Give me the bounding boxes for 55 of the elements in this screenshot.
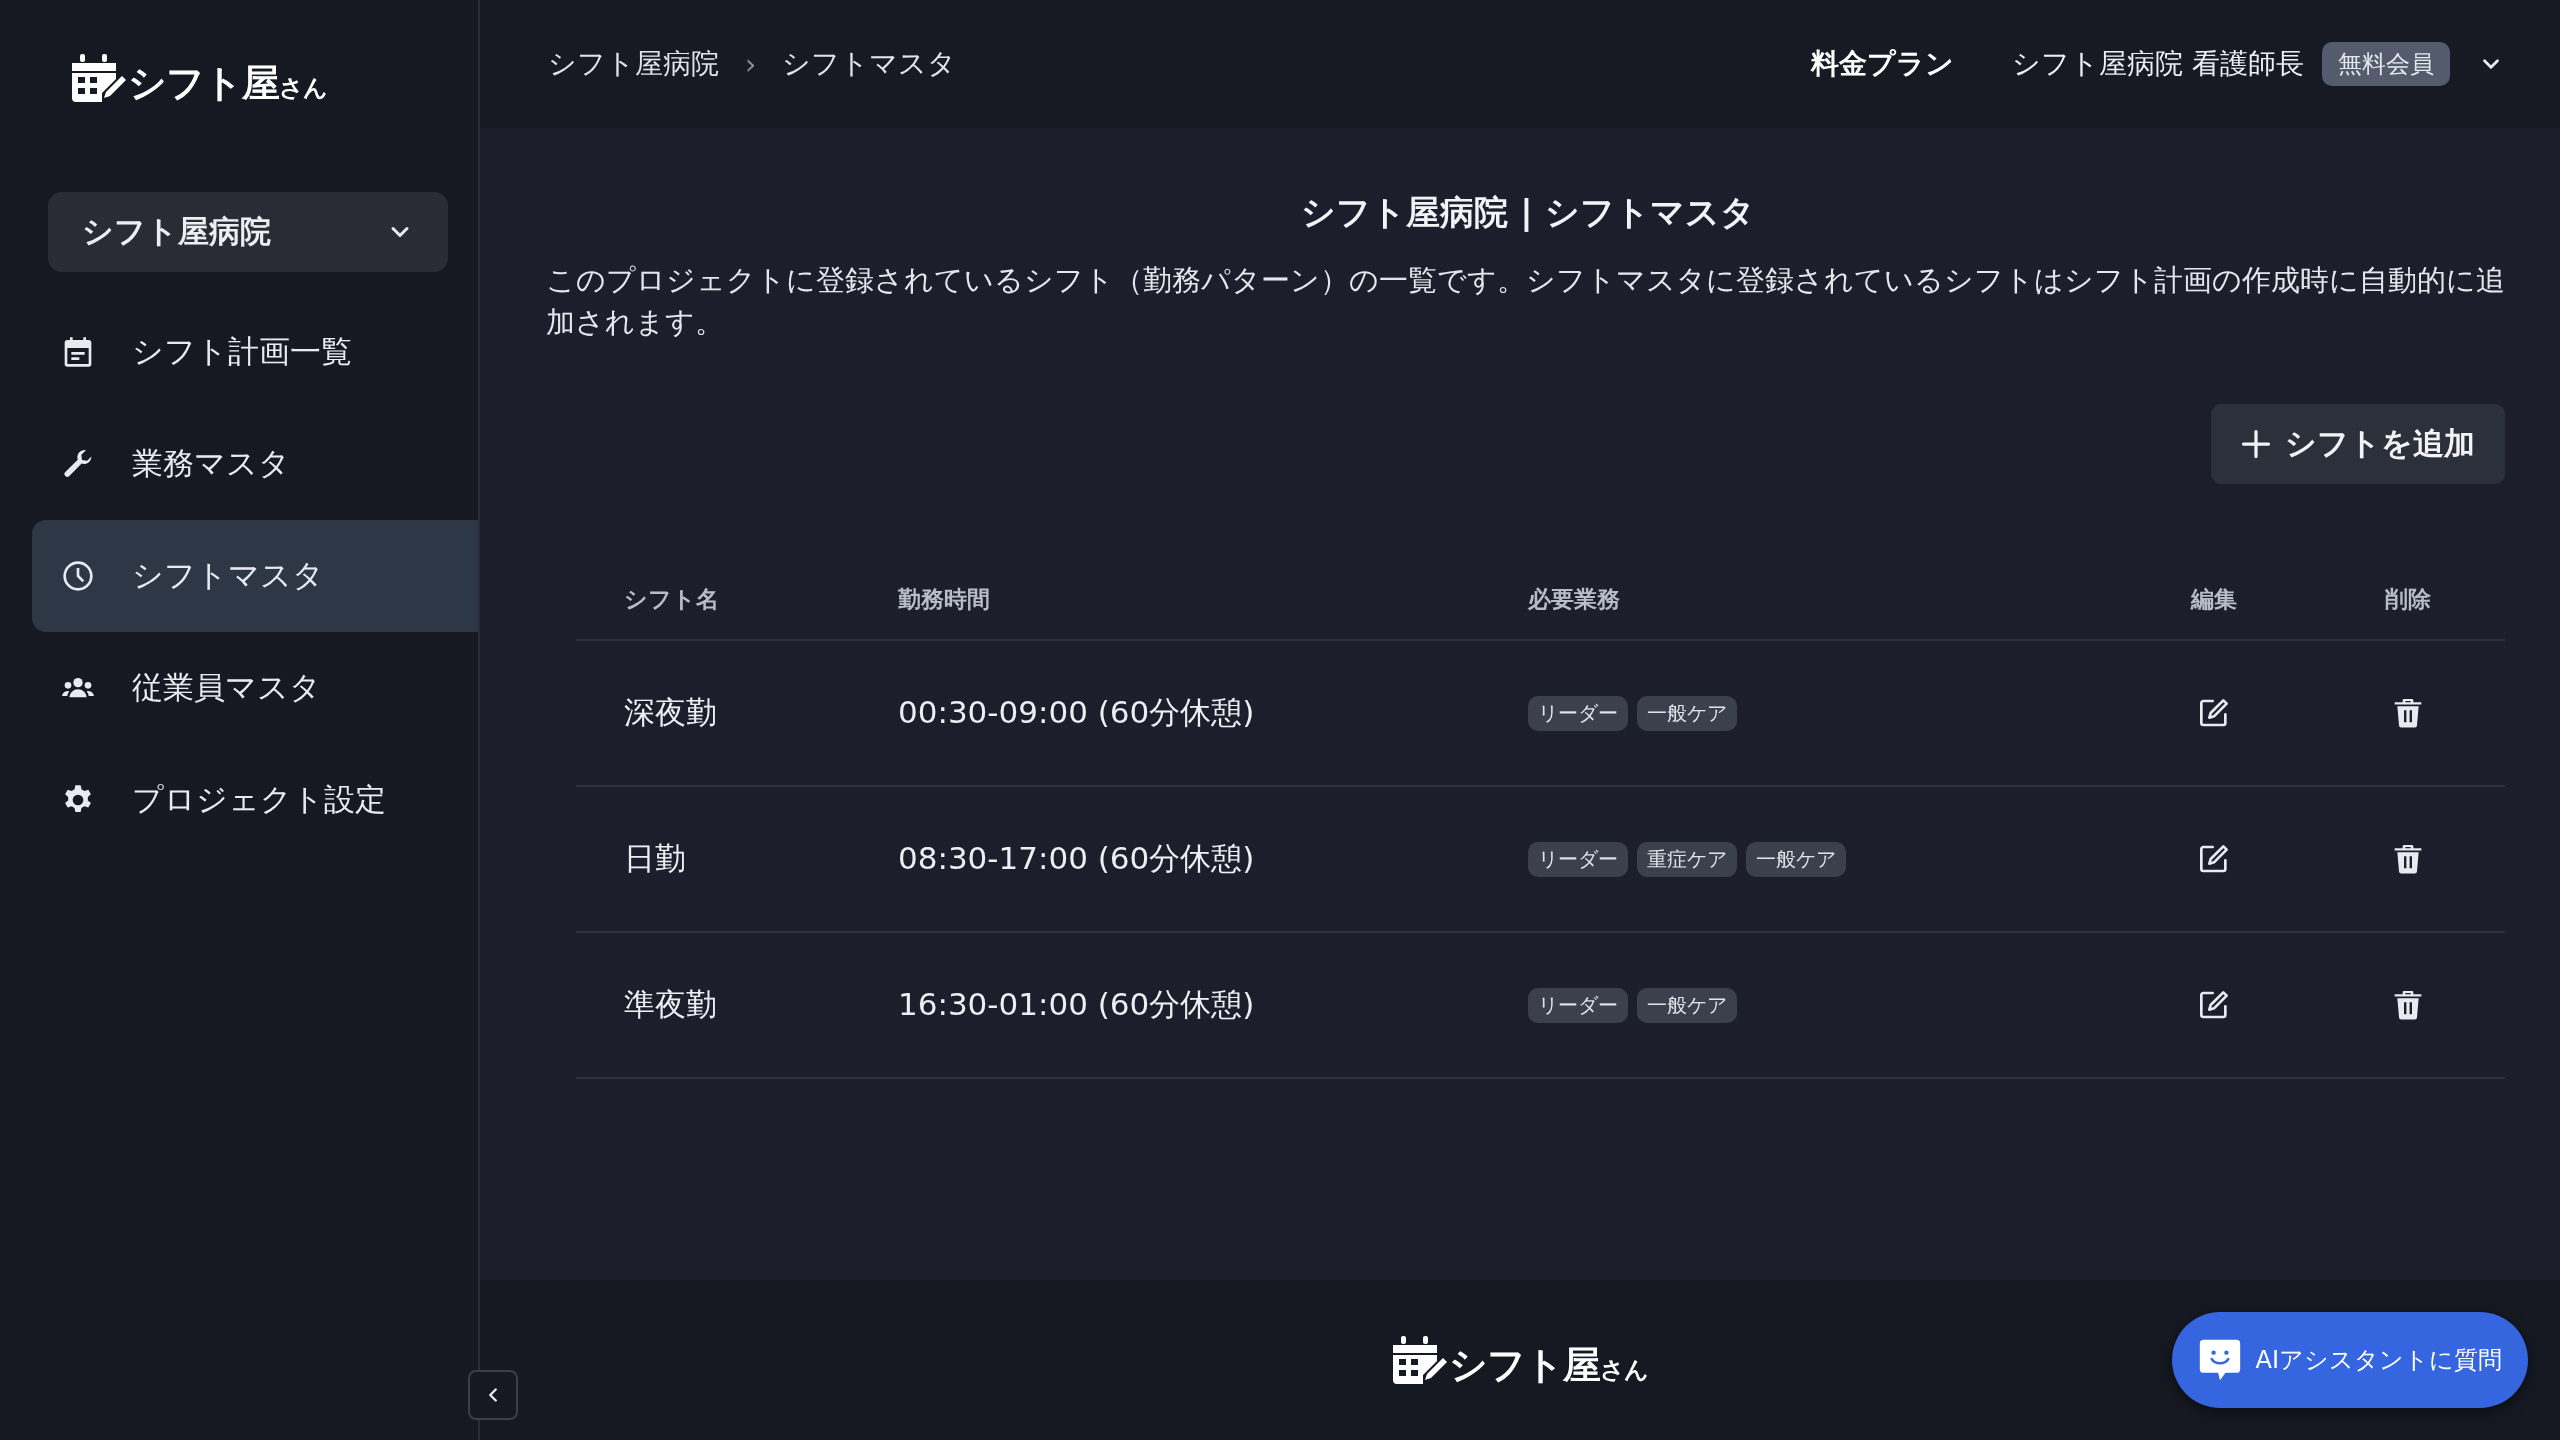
add-shift-button[interactable]: シフトを追加: [2211, 404, 2505, 484]
task-tag: リーダー: [1528, 841, 1628, 877]
edit-button[interactable]: [2198, 843, 2230, 875]
ai-assistant-button[interactable]: AIアシスタントに質問: [2171, 1312, 2528, 1408]
trash-icon: [2392, 697, 2424, 729]
calendar-pencil-icon: [72, 54, 126, 102]
sidebar-item[interactable]: 業務マスタ: [32, 408, 478, 520]
trash-icon: [2392, 989, 2424, 1021]
calendar-icon: [62, 336, 94, 368]
shift-name: 深夜勤: [624, 693, 718, 732]
work-hours: 00:30-09:00 (60分休憩): [898, 693, 1256, 732]
chat-smiley-icon: [2197, 1338, 2242, 1382]
sidebar-item[interactable]: 従業員マスタ: [32, 632, 478, 744]
breadcrumb-separator: ›: [745, 47, 757, 81]
column-header: 必要業務: [1528, 584, 1621, 614]
plus-icon: [2241, 429, 2271, 459]
column-header: 編集: [2191, 584, 2237, 614]
task-tag: 一般ケア: [1637, 695, 1737, 731]
column-header: 削除: [2385, 584, 2431, 614]
edit-button[interactable]: [2198, 697, 2230, 729]
calendar-pencil-icon: [1392, 1336, 1447, 1384]
clock-icon: [62, 560, 94, 592]
trash-icon: [2392, 843, 2424, 875]
project-dropdown[interactable]: シフト屋病院: [48, 192, 448, 272]
task-tag: リーダー: [1528, 695, 1628, 731]
logo-text: シフト屋さん: [1448, 1346, 1648, 1384]
edit-button[interactable]: [2198, 989, 2230, 1021]
delete-button[interactable]: [2392, 843, 2424, 875]
membership-badge: 無料会員: [2322, 42, 2450, 86]
delete-button[interactable]: [2392, 697, 2424, 729]
user-name: シフト屋病院 看護師長: [2012, 46, 2304, 82]
pricing-link[interactable]: 料金プラン: [1811, 45, 1955, 83]
page-title: シフト屋病院 | シフトマスタ: [1300, 191, 1756, 234]
task-tag: 一般ケア: [1637, 987, 1737, 1023]
sidebar-item[interactable]: プロジェクト設定: [32, 744, 478, 856]
delete-button[interactable]: [2392, 989, 2424, 1021]
edit-icon: [2198, 989, 2230, 1021]
column-header: 勤務時間: [898, 584, 991, 614]
sidebar-item[interactable]: シフトマスタ: [32, 520, 478, 632]
work-hours: 16:30-01:00 (60分休憩): [898, 985, 1256, 1024]
shift-name: 日勤: [624, 839, 687, 878]
sidebar-item[interactable]: シフト計画一覧: [32, 296, 478, 408]
logo-text: シフト屋さん: [128, 64, 327, 102]
breadcrumb-link[interactable]: シフトマスタ: [782, 45, 957, 83]
edit-icon: [2198, 843, 2230, 875]
breadcrumb-link[interactable]: シフト屋病院: [548, 45, 719, 83]
edit-icon: [2198, 697, 2230, 729]
task-tag: リーダー: [1528, 987, 1628, 1023]
wrench-icon: [62, 448, 94, 480]
task-tag: 重症ケア: [1637, 841, 1737, 877]
column-header: シフト名: [624, 584, 720, 614]
task-tag: 一般ケア: [1746, 841, 1846, 877]
work-hours: 08:30-17:00 (60分休憩): [898, 839, 1256, 878]
page-description: このプロジェクトに登録されているシフト（勤務パターン）の一覧です。シフトマスタに登録されているシフトはシフト計画の作成時に自動的に追加されます。: [546, 263, 2506, 341]
shift-name: 準夜勤: [624, 985, 718, 1024]
